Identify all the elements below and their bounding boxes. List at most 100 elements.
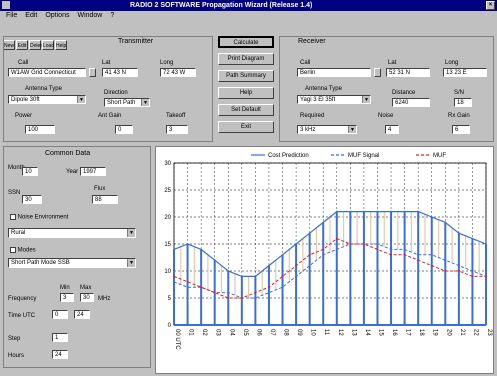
max-field[interactable]: 30 (80, 293, 94, 302)
noise-env-checkbox[interactable] (10, 214, 16, 220)
tx-antenna-label: Antenna Type (25, 86, 62, 92)
data-point (213, 291, 216, 294)
tx-lon-label: Long (160, 60, 174, 66)
rx-call-field[interactable]: Berlin (297, 68, 371, 77)
action-button-4[interactable]: Set Default (218, 104, 274, 116)
mode-checkbox[interactable] (10, 247, 16, 253)
action-button-2[interactable]: Path Summary (218, 70, 274, 82)
data-point (417, 259, 420, 262)
data-point (444, 270, 447, 272)
tx-call-field[interactable]: W1AW Grid Connecticut (8, 68, 86, 77)
tx-ant-gain-field[interactable]: 0 (115, 125, 133, 134)
rx-call-button[interactable] (374, 68, 381, 77)
rx-required-label: Required (300, 113, 325, 119)
tx-antenna-select[interactable]: Dipole 30ft ▼ (8, 95, 86, 104)
menu-item-1[interactable]: Edit (25, 12, 37, 19)
data-point (308, 264, 311, 267)
x-tick-label: 19 (432, 329, 438, 336)
freq-label: Frequency (8, 296, 37, 302)
data-point (254, 297, 257, 299)
legend-label: MUF (433, 153, 446, 159)
chevron-down-icon[interactable]: ▼ (127, 259, 135, 267)
rx-lon-field[interactable]: 13 23 E (443, 68, 487, 77)
data-point (457, 232, 460, 235)
menu-item-4[interactable]: ? (110, 12, 114, 19)
data-point (281, 275, 284, 278)
chevron-down-icon[interactable]: ▼ (141, 99, 149, 106)
action-button-3[interactable]: Help (218, 87, 274, 99)
rx-antenna-label: Antenna Type (305, 86, 342, 92)
menu-item-2[interactable]: Options (45, 12, 69, 19)
data-point (403, 210, 406, 213)
mode-select[interactable]: Short Path Mode SSB ▼ (8, 258, 136, 268)
step-label: Step (8, 336, 21, 342)
rx-lat-field[interactable]: 52 31 N (386, 68, 430, 77)
chart-panel: 0 5 10 15 20 25 30 00 UTC 01 02 03 04 05 06 07 08 09 10 11… (155, 146, 494, 374)
data-point (390, 210, 392, 213)
data-point (240, 275, 243, 278)
mode-label: Modes (10, 247, 36, 255)
action-button-1[interactable]: Print Diagram (218, 53, 274, 65)
x-tick-label: 20 (445, 329, 451, 336)
data-point (430, 253, 433, 256)
y-tick-label: 30 (164, 161, 171, 167)
flux-field[interactable]: 88 (92, 195, 118, 204)
ssn-field[interactable]: 30 (22, 195, 42, 204)
rx-gain-field[interactable]: 6 (452, 125, 470, 134)
hours-field[interactable]: 24 (74, 310, 90, 319)
window-icon[interactable] (2, 1, 10, 9)
rx-lon-label: Long (445, 60, 459, 66)
data-point (227, 270, 230, 272)
data-point (403, 253, 406, 256)
tx-takeoff-field[interactable]: 3 (166, 125, 188, 134)
hours-field-2[interactable]: 24 (52, 350, 68, 359)
year-field[interactable]: 1997 (80, 167, 106, 176)
data-point (485, 275, 487, 278)
action-button-0[interactable]: Calculate (218, 36, 274, 48)
max-label: Max (80, 285, 92, 291)
x-tick-label: 22 (472, 329, 478, 336)
close-icon[interactable]: × (486, 1, 495, 10)
y-tick-label: 15 (164, 242, 171, 248)
data-point (281, 253, 284, 256)
data-point (322, 248, 325, 251)
menu-item-3[interactable]: Window (77, 12, 102, 19)
action-button-5[interactable]: Exit (218, 121, 274, 133)
data-point (376, 210, 379, 213)
chevron-down-icon[interactable]: ▼ (77, 96, 85, 103)
rx-noise-field[interactable]: 4 (385, 125, 399, 134)
rx-sn-label: S/N (454, 90, 465, 96)
x-tick-label: 23 (486, 329, 492, 336)
y-tick-label: 10 (164, 269, 171, 275)
x-tick-label: 08 (283, 329, 289, 336)
data-point (376, 248, 379, 251)
rx-distance-field[interactable]: 6240 (392, 98, 430, 107)
data-point (390, 248, 392, 251)
chevron-down-icon[interactable]: ▼ (127, 229, 135, 237)
tx-power-field[interactable]: 100 (25, 125, 55, 134)
data-point (322, 221, 325, 224)
data-point (363, 243, 365, 245)
tx-call-label: Call (18, 60, 29, 66)
data-point (281, 286, 284, 289)
step-field[interactable]: 1 (52, 333, 68, 342)
time-field[interactable]: 0 (52, 310, 68, 319)
rx-antenna-select[interactable]: Yagi 3 El 35ft ▼ (297, 95, 371, 104)
data-point (254, 275, 257, 278)
tx-lat-field[interactable]: 41 43 N (102, 68, 138, 77)
chevron-down-icon[interactable]: ▼ (362, 96, 370, 103)
tx-lon-field[interactable]: 72 43 W (160, 68, 196, 77)
data-point (240, 297, 243, 299)
data-point (471, 275, 474, 278)
month-field[interactable]: 10 (22, 167, 38, 176)
noise-env-select[interactable]: Rural ▼ (8, 228, 136, 238)
menu-item-0[interactable]: File (6, 12, 17, 19)
chevron-down-icon[interactable]: ▼ (348, 126, 356, 133)
rx-required-select[interactable]: 3 kHz ▼ (297, 125, 357, 134)
x-tick-label: 07 (269, 329, 275, 336)
min-field[interactable]: 3 (60, 293, 74, 302)
tx-direction-select[interactable]: Short Path ▼ (104, 98, 150, 107)
tx-call-button[interactable] (89, 68, 96, 77)
tx-direction-label: Direction (104, 90, 128, 96)
rx-sn-field[interactable]: 18 (454, 98, 472, 107)
